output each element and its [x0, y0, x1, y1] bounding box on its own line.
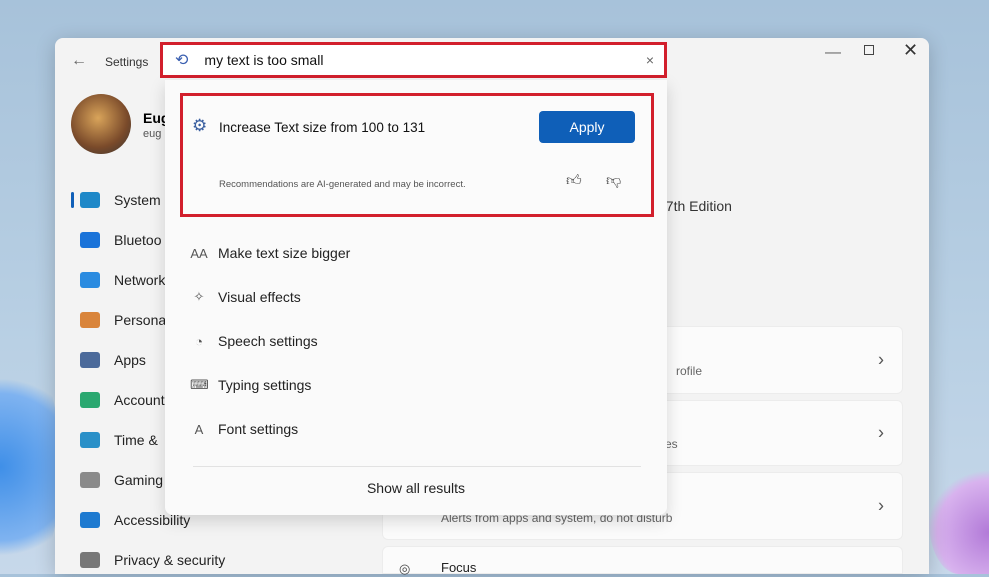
sidebar-item[interactable]: Time &: [80, 425, 158, 455]
search-result[interactable]: ⌨ Typing settings: [190, 377, 311, 393]
edition-text: , 7th Edition: [658, 198, 732, 214]
maximize-button[interactable]: [864, 45, 874, 55]
thumbs-up-icon[interactable]: 👍︎: [566, 172, 582, 190]
settings-card-focus[interactable]: ◎ Focus: [382, 546, 903, 576]
sidebar-icon: [80, 512, 100, 528]
search-result[interactable]: ◔ Speech settings: [190, 333, 318, 349]
wallpaper-bloom: [929, 470, 989, 574]
ai-disclaimer: Recommendations are AI-generated and may…: [219, 179, 466, 190]
sidebar-icon: [80, 272, 100, 288]
sidebar-icon: [80, 432, 100, 448]
chevron-right-icon: ›: [878, 495, 884, 516]
sidebar-item[interactable]: Bluetoo: [80, 225, 161, 255]
result-label: Make text size bigger: [218, 245, 351, 261]
search-result[interactable]: AA Make text size bigger: [190, 245, 350, 261]
result-icon: AA: [190, 245, 208, 261]
result-label: Visual effects: [218, 289, 301, 305]
sidebar-item[interactable]: Network: [80, 265, 165, 295]
ai-recommendation: ⚙ Increase Text size from 100 to 131 App…: [180, 93, 654, 217]
sidebar-icon: [80, 472, 100, 488]
sidebar-item-label: Persona: [114, 312, 167, 328]
sidebar-item[interactable]: System: [80, 185, 161, 215]
card-subtitle: rofile: [676, 364, 703, 378]
search-result[interactable]: ✧ Visual effects: [190, 289, 301, 305]
search-results-dropdown: ⚙ Increase Text size from 100 to 131 App…: [165, 80, 667, 515]
sidebar-item[interactable]: Gaming: [80, 465, 163, 495]
sidebar-item[interactable]: Apps: [80, 345, 146, 375]
sidebar-item-label: Account: [114, 392, 165, 408]
sidebar-icon: [80, 232, 100, 248]
result-icon: ◔: [195, 333, 203, 349]
sidebar-icon: [80, 352, 100, 368]
sidebar-item[interactable]: Privacy & security: [80, 545, 225, 575]
sidebar-item[interactable]: Persona: [80, 305, 166, 335]
sidebar-icon: [80, 392, 100, 408]
sidebar-item-label: Gaming: [114, 472, 164, 488]
result-label: Typing settings: [218, 377, 312, 393]
result-icon: ✧: [193, 289, 205, 304]
window-title: Settings: [105, 55, 149, 69]
avatar: [71, 94, 131, 154]
sidebar-icon: [80, 552, 100, 568]
search-input[interactable]: my text is too small: [204, 52, 323, 68]
wallpaper-bloom: [0, 360, 60, 574]
sidebar-item-label: Apps: [114, 352, 146, 368]
focus-icon: ◎: [399, 561, 411, 576]
selected-indicator: [71, 192, 74, 208]
chevron-right-icon: ›: [878, 349, 884, 370]
result-icon: A: [194, 421, 204, 437]
close-button[interactable]: ✕: [903, 40, 918, 61]
sidebar-item-label: Network: [114, 272, 166, 288]
user-email: eug: [143, 128, 162, 140]
minimize-button[interactable]: —: [825, 44, 841, 62]
result-icon: ⌨: [190, 377, 209, 392]
divider: [193, 466, 641, 467]
search-box[interactable]: ⟲ my text is too small ×: [160, 42, 667, 78]
sidebar-icon: [80, 192, 100, 208]
card-title: Focus: [441, 560, 477, 575]
sidebar-item-label: Bluetoo: [114, 232, 162, 248]
result-label: Speech settings: [218, 333, 318, 349]
recommendation-text: Increase Text size from 100 to 131: [219, 120, 426, 135]
sidebar-item-label: System: [114, 192, 161, 208]
sidebar-item[interactable]: Account: [80, 385, 165, 415]
back-icon[interactable]: ←: [71, 52, 87, 70]
sidebar-item-label: Time &: [114, 432, 158, 448]
copilot-search-icon: ⟲: [175, 52, 189, 69]
show-all-results-link[interactable]: Show all results: [165, 480, 667, 496]
apply-button[interactable]: Apply: [539, 111, 635, 143]
thumbs-down-icon[interactable]: 👎︎: [606, 172, 621, 190]
chevron-right-icon: ›: [878, 422, 884, 443]
clear-search-button[interactable]: ×: [646, 52, 654, 68]
result-label: Font settings: [218, 421, 299, 437]
search-result[interactable]: A Font settings: [190, 421, 299, 437]
sidebar-item-label: Privacy & security: [114, 552, 226, 568]
sidebar-icon: [80, 312, 100, 328]
gear-icon: ⚙: [192, 116, 208, 135]
